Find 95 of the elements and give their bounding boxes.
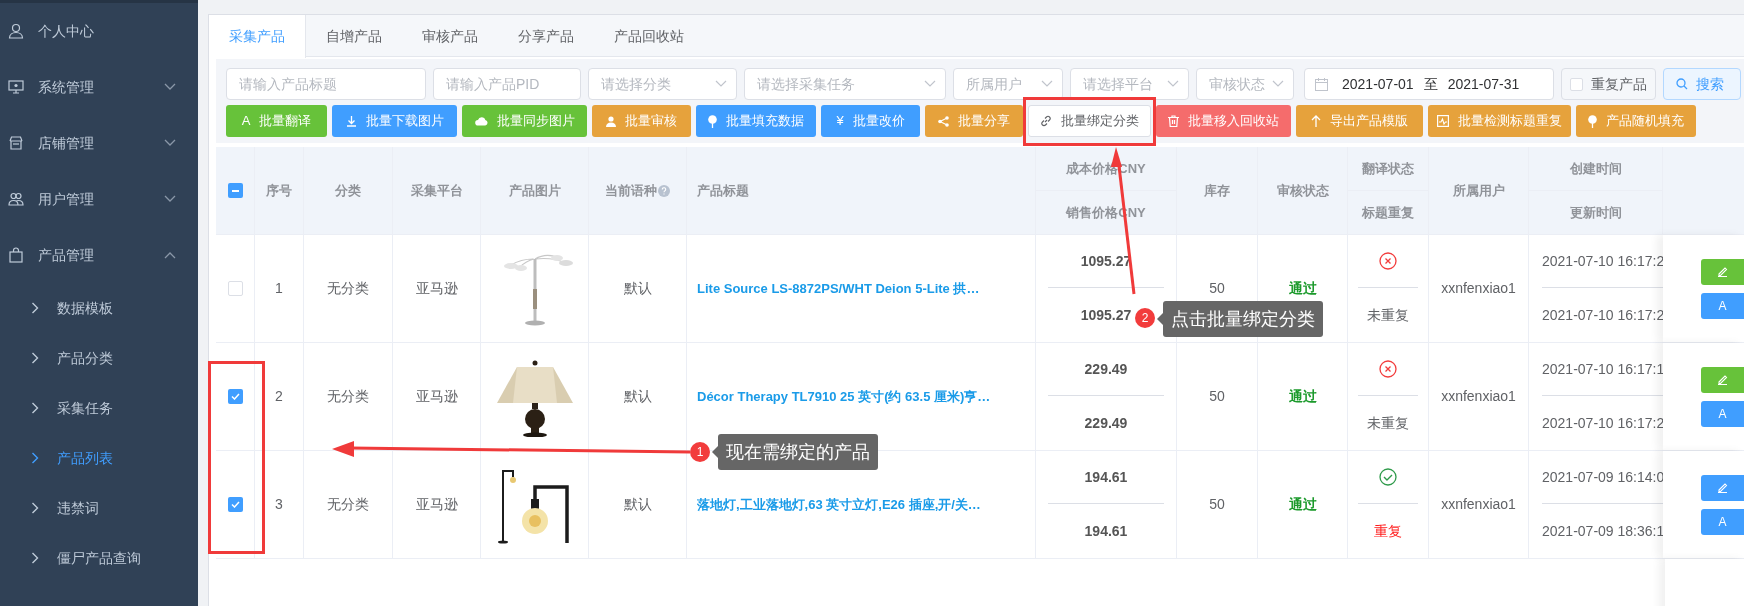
table-cell-text: 无分类 xyxy=(327,387,369,406)
sidebar-item[interactable]: 用户管理 xyxy=(0,171,198,227)
table-cell-text: 亚马逊 xyxy=(415,279,458,298)
tab[interactable]: 自增产品 xyxy=(306,15,402,57)
sidebar-item[interactable]: 产品管理 xyxy=(0,227,198,283)
column-header: 所属用户 xyxy=(1452,181,1505,200)
table-cell-text: 默认 xyxy=(623,387,652,406)
table-cell-text: 未重复 xyxy=(1367,413,1409,433)
table-cell-text: 重复 xyxy=(1374,521,1402,541)
table-cell-text: 无分类 xyxy=(327,279,369,298)
table-cell-text: 2021-07-10 16:17:1 xyxy=(1542,359,1665,379)
translate-button[interactable]: A xyxy=(1701,508,1744,535)
action-button[interactable]: 批量绑定分类 xyxy=(1028,105,1151,137)
submenu-item[interactable]: 违禁词 xyxy=(0,483,198,533)
action-button[interactable]: 产品随机填充 xyxy=(1576,105,1696,137)
date-range-field[interactable]: 2021-07-01 至 2021-07-31 xyxy=(1304,68,1554,100)
table-cell-text: 亚马逊 xyxy=(415,387,458,406)
input-field[interactable]: 请输入产品标题 xyxy=(226,68,426,100)
table-cell-text: 50 xyxy=(1209,387,1225,406)
sidebar-item[interactable]: 个人中心 xyxy=(0,3,198,59)
table-cell-text: 50 xyxy=(1209,279,1225,298)
table-cell-text: 194.61 xyxy=(1084,521,1128,541)
table-cell-text: 1095.27 xyxy=(1080,305,1132,325)
tab[interactable]: 采集产品 xyxy=(209,15,306,58)
select-field[interactable]: 所属用户 xyxy=(953,68,1063,100)
action-button[interactable]: 批量下载图片 xyxy=(332,105,457,137)
table-cell-text: 无分类 xyxy=(327,495,369,514)
table-cell-text: 通过 xyxy=(1288,387,1317,406)
column-header: 当前语种 xyxy=(605,181,657,200)
column-header: 翻译状态 xyxy=(1362,159,1414,178)
callout: 点击批量绑定分类 xyxy=(1157,301,1323,337)
sidebar-item[interactable]: 系统管理 xyxy=(0,59,198,115)
column-header: 产品图片 xyxy=(508,181,561,200)
column-header: 审核状态 xyxy=(1276,181,1329,200)
product-title-link[interactable]: 落地灯,工业落地灯,63 英寸立灯,E26 插座,开/关… xyxy=(697,494,981,515)
table-cell-text: xxnfenxiao1 xyxy=(1441,279,1516,298)
column-header: 创建时间 xyxy=(1569,159,1622,178)
table-cell-text: 通过 xyxy=(1288,279,1317,298)
column-header: 更新时间 xyxy=(1569,203,1622,222)
select-field[interactable]: 审核状态 xyxy=(1196,68,1294,100)
submenu-item[interactable]: 数据模板 xyxy=(0,283,198,333)
table-cell-text: 194.61 xyxy=(1084,467,1128,487)
table-cell-text: xxnfenxiao1 xyxy=(1441,495,1516,514)
table-cell-text: 2021-07-09 18:36:1 xyxy=(1542,521,1665,541)
tab[interactable]: 产品回收站 xyxy=(594,15,704,57)
table-cell-text: 2021-07-10 16:17:2 xyxy=(1542,251,1665,271)
action-button[interactable]: 批量审核 xyxy=(592,105,691,137)
action-button[interactable]: 批量同步图片 xyxy=(462,105,587,137)
product-title-link[interactable]: Lite Source LS-8872PS/WHT Deion 5-Lite 拱… xyxy=(697,278,980,299)
column-header: 序号 xyxy=(266,181,292,200)
action-button[interactable]: 批量检测标题重复 xyxy=(1428,105,1571,137)
table-cell-text: xxnfenxiao1 xyxy=(1441,387,1516,406)
search-button[interactable]: 搜索 xyxy=(1663,68,1741,100)
submenu-item[interactable]: 采集任务 xyxy=(0,383,198,433)
table-cell-text: 2 xyxy=(275,387,283,406)
callout: 现在需绑定的产品 xyxy=(712,434,878,470)
table-cell-text: 亚马逊 xyxy=(415,495,458,514)
sidebar-item[interactable]: 店铺管理 xyxy=(0,115,198,171)
action-button[interactable]: 批量填充数据 xyxy=(696,105,816,137)
table-cell-text: 2021-07-09 16:14:0 xyxy=(1542,467,1665,487)
table-cell-text: 2021-07-10 16:17:2 xyxy=(1542,413,1665,433)
table-cell-text: 229.49 xyxy=(1084,413,1128,433)
table-cell-text: 50 xyxy=(1209,495,1225,514)
column-header: 库存 xyxy=(1204,181,1230,200)
column-header: 分类 xyxy=(335,181,361,200)
action-button[interactable]: 批量移入回收站 xyxy=(1156,105,1291,137)
tab[interactable]: 分享产品 xyxy=(498,15,594,57)
table-cell-text: 默认 xyxy=(623,279,652,298)
tab[interactable]: 审核产品 xyxy=(402,15,498,57)
input-field[interactable]: 请输入产品PID xyxy=(433,68,581,100)
table-cell-text: 通过 xyxy=(1288,495,1317,514)
select-field[interactable]: 请选择平台 xyxy=(1070,68,1189,100)
submenu-item[interactable]: 产品分类 xyxy=(0,333,198,383)
column-header: 标题重复 xyxy=(1362,203,1414,222)
table-cell-text: 1095.27 xyxy=(1080,251,1132,271)
action-button[interactable]: A 批量翻译 xyxy=(226,105,327,137)
column-header: 采集平台 xyxy=(410,181,463,200)
table-cell-text: 未重复 xyxy=(1367,305,1409,325)
translate-button[interactable]: A xyxy=(1701,400,1744,427)
table-cell-text: 默认 xyxy=(623,495,652,514)
table-cell-text: 1 xyxy=(275,279,283,298)
table-cell-text: 2021-07-10 16:17:2 xyxy=(1542,305,1665,325)
translate-button[interactable]: A xyxy=(1701,292,1744,319)
checkbox[interactable]: 重复产品 xyxy=(1561,68,1656,100)
action-button[interactable]: ¥ 批量改价 xyxy=(821,105,920,137)
column-header: 产品标题 xyxy=(697,181,749,200)
table-cell-text: 229.49 xyxy=(1084,359,1128,379)
action-button[interactable]: 批量分享 xyxy=(925,105,1023,137)
select-field[interactable]: 请选择采集任务 xyxy=(744,68,946,100)
submenu-item[interactable]: 僵尸产品查询 xyxy=(0,533,198,583)
submenu-item[interactable]: 产品列表 xyxy=(0,433,198,483)
table-cell-text: 3 xyxy=(275,495,283,514)
product-title-link[interactable]: Décor Therapy TL7910 25 英寸(约 63.5 厘米)亨… xyxy=(697,386,991,407)
action-button[interactable]: 导出产品模版 xyxy=(1296,105,1423,137)
select-field[interactable]: 请选择分类 xyxy=(588,68,737,100)
